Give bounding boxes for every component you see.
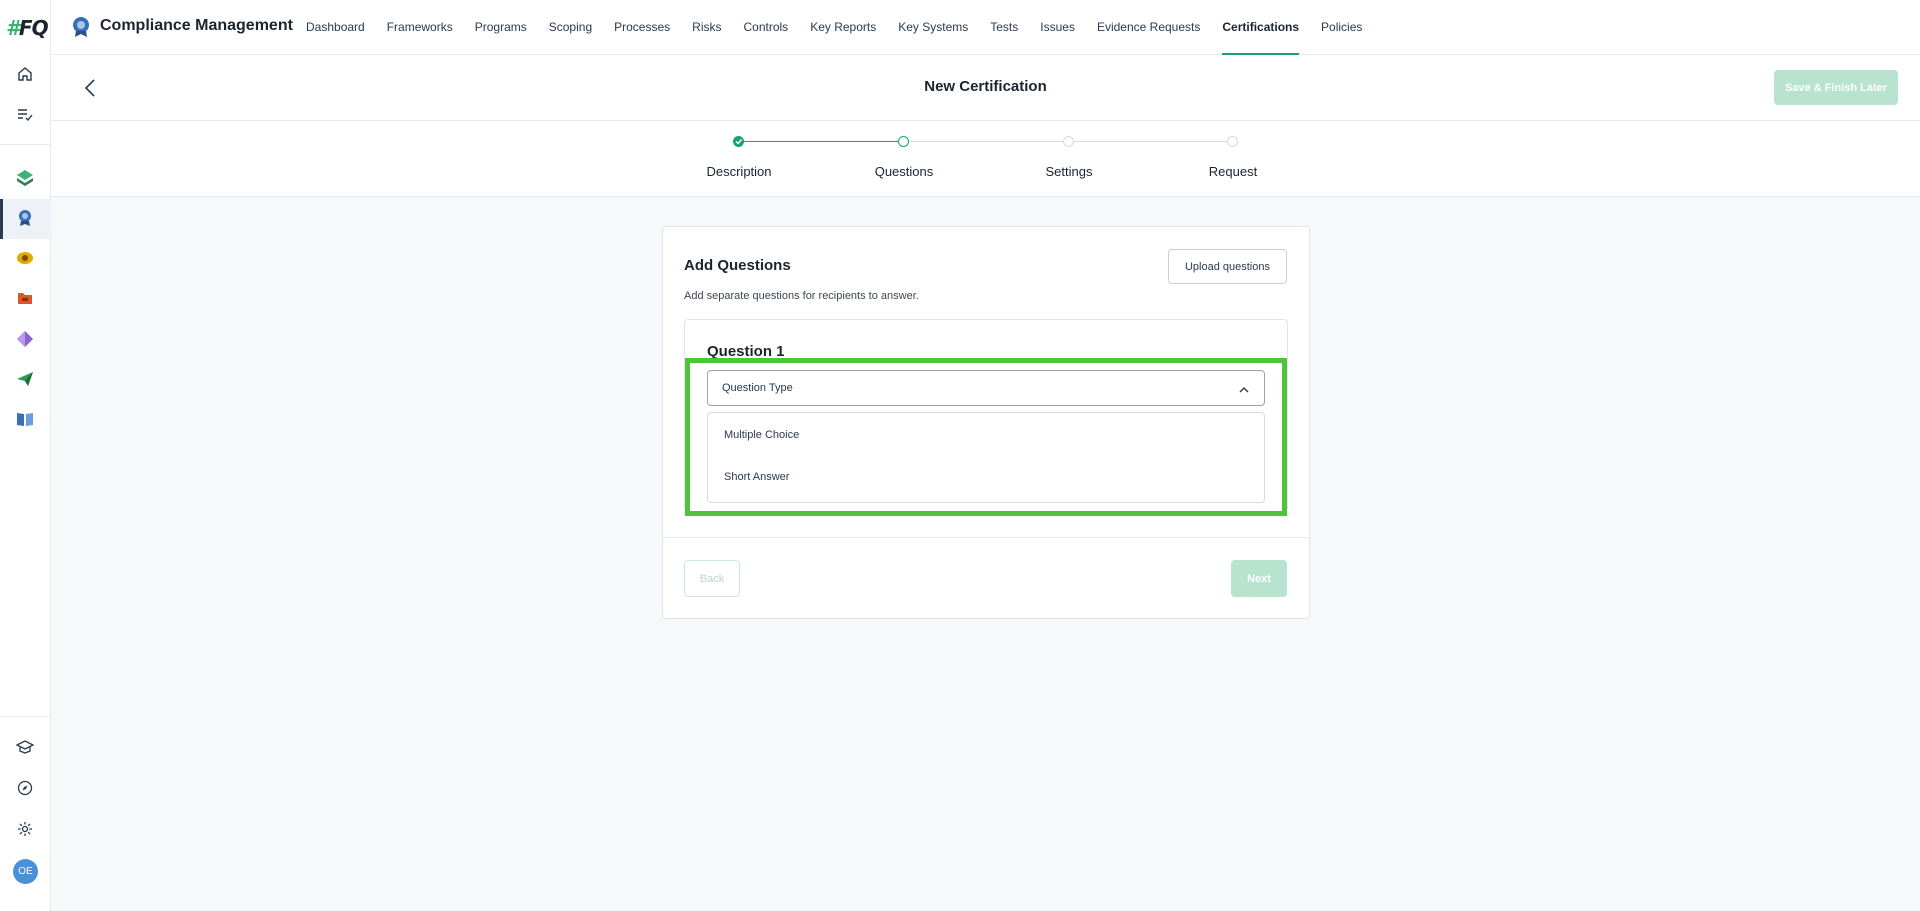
card-title: Add Questions <box>684 257 791 274</box>
nav-programs[interactable]: Programs <box>464 0 538 55</box>
step-label-description[interactable]: Description <box>669 164 809 179</box>
avatar[interactable]: OE <box>13 859 38 884</box>
nav-evidence-requests[interactable]: Evidence Requests <box>1086 0 1211 55</box>
app-title: Compliance Management <box>100 17 293 34</box>
page-header: New Certification Save & Finish Later <box>51 55 1920 121</box>
main-nav: Dashboard Frameworks Programs Scoping Pr… <box>295 0 1373 55</box>
gear-icon[interactable] <box>12 816 38 842</box>
nav-frameworks[interactable]: Frameworks <box>376 0 464 55</box>
step-label-settings[interactable]: Settings <box>999 164 1139 179</box>
step-label-questions[interactable]: Questions <box>834 164 974 179</box>
step-request-dot <box>1227 136 1238 147</box>
nav-dashboard[interactable]: Dashboard <box>295 0 376 55</box>
question-title: Question 1 <box>707 343 785 360</box>
upload-questions-button[interactable]: Upload questions <box>1168 249 1287 284</box>
question-type-label: Question Type <box>722 382 793 394</box>
chevron-up-icon <box>1238 383 1250 395</box>
stepper: Description Questions Settings Request <box>51 121 1920 197</box>
nav-certifications[interactable]: Certifications <box>1211 0 1310 55</box>
app-badge-icon <box>71 16 91 38</box>
home-icon[interactable] <box>12 61 38 87</box>
stepper-line-done <box>739 141 904 142</box>
certification-badge-icon[interactable] <box>12 205 38 231</box>
question-type-dropdown: Multiple Choice Short Answer <box>707 412 1265 503</box>
folder-icon[interactable] <box>12 285 38 311</box>
next-button[interactable]: Next <box>1231 560 1287 597</box>
back-button[interactable]: Back <box>684 560 740 597</box>
step-description-check-icon <box>733 136 744 147</box>
option-multiple-choice[interactable]: Multiple Choice <box>724 429 799 441</box>
nav-scoping[interactable]: Scoping <box>538 0 603 55</box>
book-icon[interactable] <box>12 406 38 432</box>
nav-tests[interactable]: Tests <box>979 0 1029 55</box>
learning-cap-icon[interactable] <box>12 734 38 760</box>
nav-controls[interactable]: Controls <box>733 0 800 55</box>
compliance-stack-icon[interactable] <box>12 165 38 191</box>
nav-key-systems[interactable]: Key Systems <box>887 0 979 55</box>
save-finish-later-button[interactable]: Save & Finish Later <box>1774 70 1898 105</box>
rail-divider <box>0 144 51 145</box>
rail-divider-bottom <box>0 716 51 717</box>
diamond-icon[interactable] <box>12 326 38 352</box>
top-navbar: Compliance Management Dashboard Framewor… <box>51 0 1920 55</box>
step-settings-dot <box>1063 136 1074 147</box>
nav-key-reports[interactable]: Key Reports <box>799 0 887 55</box>
nav-processes[interactable]: Processes <box>603 0 681 55</box>
eye-ring-icon[interactable] <box>12 245 38 271</box>
card-footer-divider <box>663 537 1309 538</box>
step-questions-dot <box>898 136 909 147</box>
app-logo[interactable]: #FQ <box>6 16 49 40</box>
step-label-request[interactable]: Request <box>1163 164 1303 179</box>
option-short-answer[interactable]: Short Answer <box>724 471 789 483</box>
left-rail: #FQ OE <box>0 0 51 911</box>
nav-risks[interactable]: Risks <box>681 0 732 55</box>
nav-policies[interactable]: Policies <box>1310 0 1373 55</box>
card-subtitle: Add separate questions for recipients to… <box>684 290 919 302</box>
page-title: New Certification <box>924 78 1047 95</box>
compass-icon[interactable] <box>12 775 38 801</box>
task-list-icon[interactable] <box>12 101 38 127</box>
question-type-select[interactable]: Question Type <box>707 370 1265 406</box>
nav-issues[interactable]: Issues <box>1029 0 1086 55</box>
paper-plane-icon[interactable] <box>12 366 38 392</box>
